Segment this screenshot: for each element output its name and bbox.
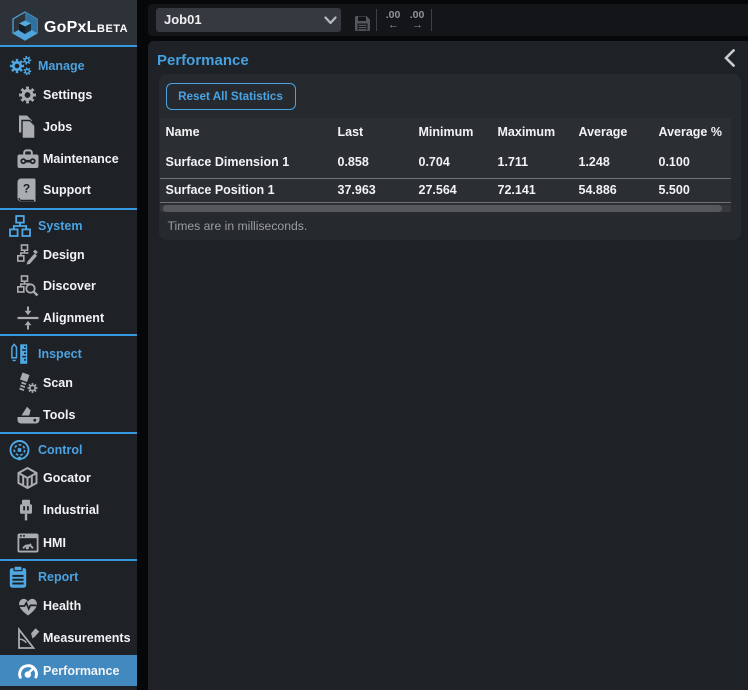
svg-text:?: ? <box>23 182 30 196</box>
